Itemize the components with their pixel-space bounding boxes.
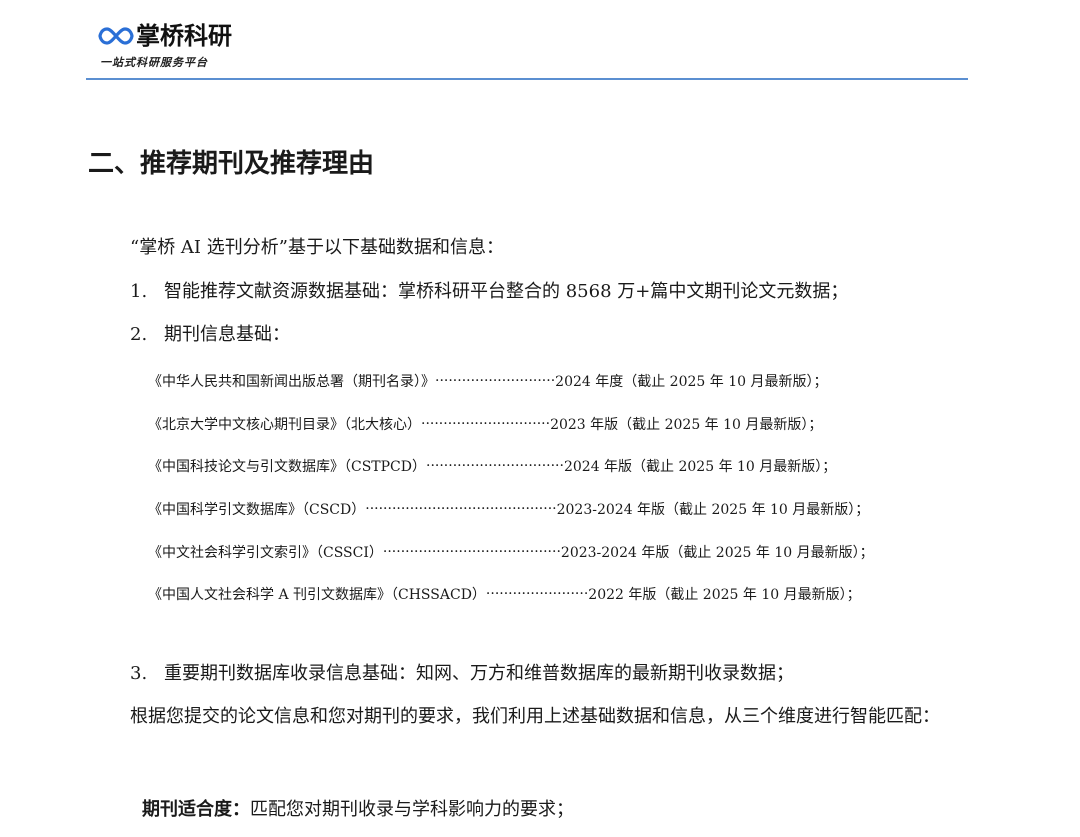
logo-subtitle: 一站式科研服务平台 — [100, 56, 208, 69]
source-edition: 2023-2024 年版（截止 2025 年 10 月最新版）； — [556, 502, 870, 519]
source-row: 《中国科学引文数据库》（CSCD） ······················… — [148, 488, 978, 531]
list-item-text: 智能推荐文献资源数据基础：掌桥科研平台整合的 8568 万+篇中文期刊论文元数据… — [164, 281, 849, 302]
page-header: 掌桥科研 一站式科研服务平台 — [86, 18, 968, 80]
list-item-text: 期刊信息基础： — [164, 324, 290, 345]
leader-dots: ········································… — [365, 501, 557, 518]
leader-dots: ······················· — [485, 586, 589, 603]
list-item-number: 3. — [130, 663, 148, 684]
leader-dots: ····························· — [421, 415, 551, 432]
source-row: 《中国人文社会科学 A 刊引文数据库》（CHSSACD） ···········… — [148, 573, 978, 616]
list-item-2: 2. 期刊信息基础： — [130, 320, 290, 346]
list-item-text: 重要期刊数据库收录信息基础：知网、万方和维普数据库的最新期刊收录数据； — [164, 663, 794, 684]
source-edition: 2024 年度（截止 2025 年 10 月最新版）； — [555, 374, 828, 391]
infinity-icon — [98, 27, 134, 45]
source-edition: 2022 年版（截止 2025 年 10 月最新版）； — [588, 587, 861, 604]
source-name: 《中国人文社会科学 A 刊引文数据库》（CHSSACD） — [148, 587, 486, 604]
source-row: 《中华人民共和国新闻出版总署（期刊名录）》 ··················… — [148, 360, 978, 403]
body-paragraph: 根据您提交的论文信息和您对期刊的要求，我们利用上述基础数据和信息，从三个维度进行… — [130, 706, 940, 727]
list-item-number: 1. — [130, 281, 148, 302]
leader-dots: ··························· — [435, 373, 556, 390]
source-name: 《中国科学引文数据库》（CSCD） — [148, 502, 366, 519]
criterion-label: 期刊适合度： — [142, 799, 250, 820]
source-edition: 2024 年版（截止 2025 年 10 月最新版）； — [563, 459, 837, 476]
list-item-1: 1. 智能推荐文献资源数据基础：掌桥科研平台整合的 8568 万+篇中文期刊论文元… — [130, 277, 848, 303]
source-name: 《北京大学中文核心期刊目录》（北大核心） — [148, 416, 421, 433]
source-edition: 2023 年版（截止 2025 年 10 月最新版）； — [550, 416, 823, 433]
leader-dots: ······························· — [426, 458, 564, 475]
leader-dots: ········································ — [382, 543, 561, 560]
criterion-line: 期刊适合度：匹配您对期刊收录与学科影响力的要求； — [142, 795, 574, 821]
source-name: 《中文社会科学引文索引》（CSSCI） — [148, 544, 383, 561]
header-divider — [86, 78, 968, 80]
source-name: 《中华人民共和国新闻出版总署（期刊名录）》 — [148, 374, 435, 391]
intro-text: “掌桥 AI 选刊分析”基于以下基础数据和信息： — [130, 237, 504, 258]
source-edition: 2023-2024 年版（截止 2025 年 10 月最新版）； — [560, 544, 874, 561]
source-list: 《中华人民共和国新闻出版总署（期刊名录）》 ··················… — [148, 360, 978, 616]
logo-text: 掌桥科研 — [136, 22, 232, 50]
criterion-text: 匹配您对期刊收录与学科影响力的要求； — [250, 799, 574, 820]
section-title: 二、推荐期刊及推荐理由 — [88, 149, 375, 179]
source-name: 《中国科技论文与引文数据库》（CSTPCD） — [148, 459, 426, 476]
source-row: 《北京大学中文核心期刊目录》（北大核心） ···················… — [148, 403, 978, 446]
source-row: 《中文社会科学引文索引》（CSSCI） ····················… — [148, 530, 978, 573]
list-item-3: 3. 重要期刊数据库收录信息基础：知网、万方和维普数据库的最新期刊收录数据； — [130, 659, 794, 685]
logo: 掌桥科研 — [98, 24, 232, 48]
list-item-number: 2. — [130, 324, 148, 345]
source-row: 《中国科技论文与引文数据库》（CSTPCD） ·················… — [148, 445, 978, 488]
